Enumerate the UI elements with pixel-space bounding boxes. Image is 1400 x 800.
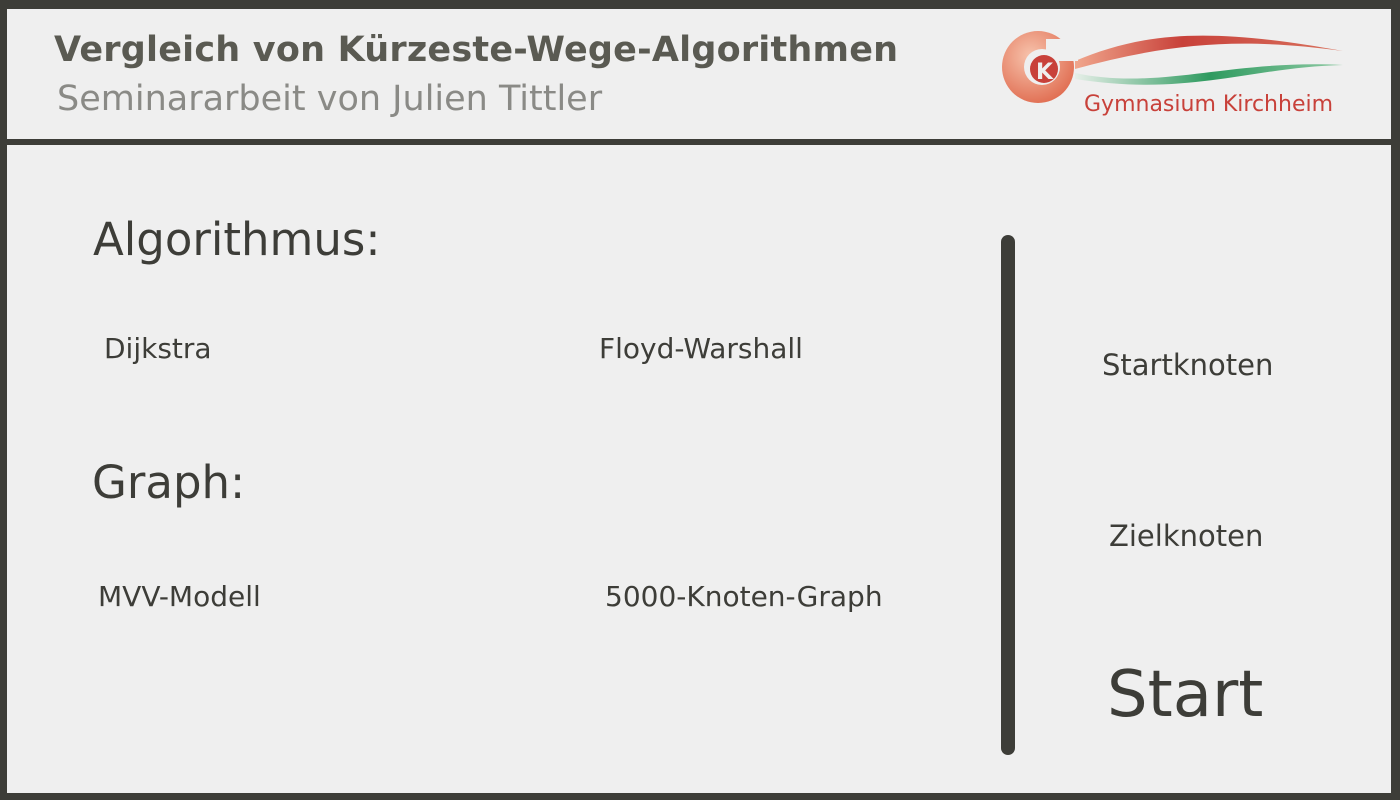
page-subtitle: Seminararbeit von Julien Tittler [57, 79, 603, 119]
header: Vergleich von Kürzeste-Wege-Algorithmen … [7, 9, 1391, 139]
option-floyd-warshall[interactable]: Floyd-Warshall [599, 332, 803, 365]
option-mvv-model[interactable]: MVV-Modell [98, 580, 261, 613]
algorithm-heading: Algorithmus: [93, 213, 381, 266]
graph-heading: Graph: [92, 456, 246, 509]
target-node-field[interactable]: Zielknoten [1109, 519, 1263, 553]
start-node-field[interactable]: Startknoten [1102, 348, 1273, 382]
option-dijkstra[interactable]: Dijkstra [104, 332, 212, 365]
top-border [0, 0, 1400, 3]
school-logo: K Gymnasium Kirchheim [1000, 29, 1345, 121]
page-title: Vergleich von Kürzeste-Wege-Algorithmen [54, 30, 899, 70]
option-5000-node-graph[interactable]: 5000-Knoten-Graph [605, 580, 883, 613]
start-button[interactable]: Start [1107, 658, 1263, 732]
main-panel: Algorithmus: Dijkstra Floyd-Warshall Gra… [7, 145, 1391, 793]
vertical-divider [1001, 235, 1015, 755]
svg-text:K: K [1036, 60, 1054, 85]
logo-text: Gymnasium Kirchheim [1084, 92, 1334, 117]
